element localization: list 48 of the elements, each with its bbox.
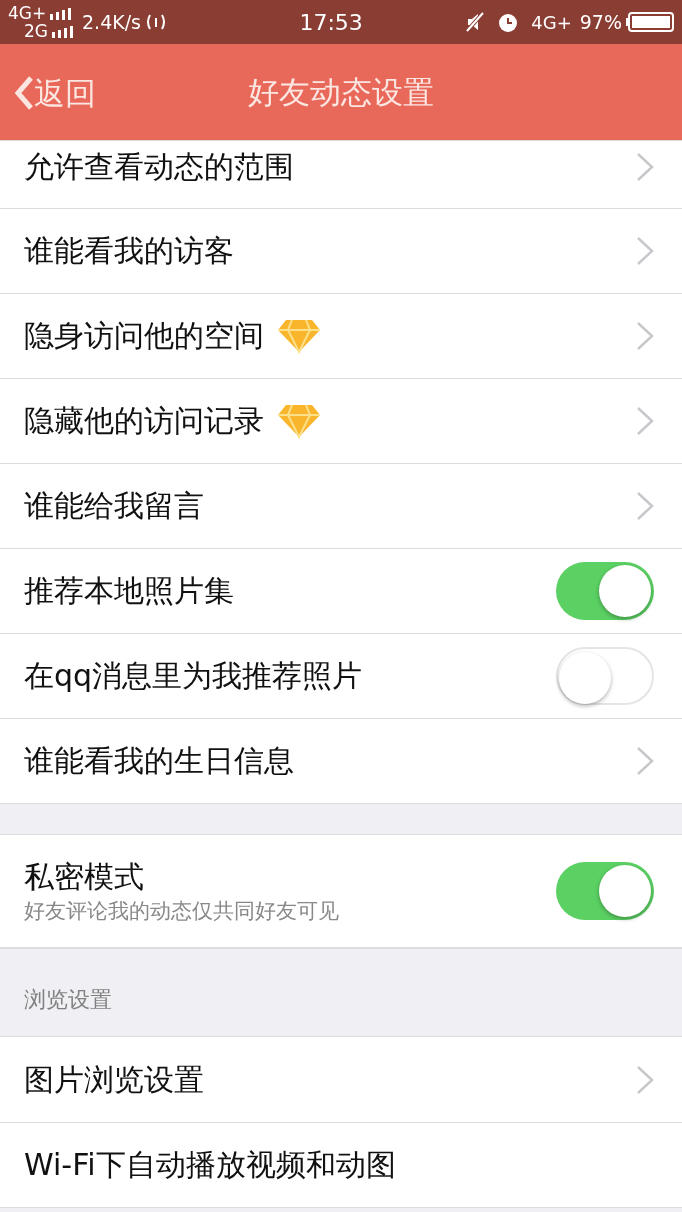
toggle-switch[interactable] [556,562,654,620]
network-label: 4G+ [8,4,47,22]
clock-label: 17:53 [299,8,363,37]
signal-icon [52,24,74,38]
chevron-icon [636,151,654,182]
row-label: 在qq消息里为我推荐照片 [24,657,363,695]
alarm-icon [497,11,520,33]
chevron-icon [636,1064,654,1095]
settings-row[interactable]: Wi-Fi下自动播放视频和动图 [0,1122,682,1207]
speed-label: 2.4K/s [82,9,141,35]
chevron-icon [636,491,654,521]
chevron-icon [636,236,654,266]
settings-row[interactable]: 图片浏览设置 [0,1037,682,1122]
network-label: 2G [24,22,48,40]
page-title: 好友动态设置 [248,72,434,112]
toggle-switch[interactable] [556,647,654,705]
row-label: 谁能看我的访客 [24,232,234,270]
chevron-icon [636,746,654,776]
settings-row[interactable]: 允许查看动态的范围 [0,141,682,208]
settings-row[interactable]: 私密模式 好友评论我的动态仅共同好友可见 [0,835,682,947]
battery-icon [626,12,674,32]
row-label: 隐身访问他的空间 [24,317,264,355]
row-label: 谁能看我的生日信息 [24,742,294,780]
hotspot-icon [145,12,167,32]
mute-icon [465,12,486,32]
settings-row[interactable]: 在qq消息里为我推荐照片 [0,633,682,718]
settings-row[interactable]: 隐藏他的访问记录 [0,378,682,463]
row-label: 私密模式 [24,858,145,896]
row-subtitle: 好友评论我的动态仅共同好友可见 [24,898,339,925]
chevron-icon [636,321,654,351]
section-title: 浏览设置 [24,986,112,1014]
settings-row[interactable]: 推荐本地照片集 [0,548,682,633]
row-label: 谁能给我留言 [24,487,204,525]
row-label: 允许查看动态的范围 [24,147,294,186]
row-label: 图片浏览设置 [24,1060,204,1099]
row-label: Wi-Fi下自动播放视频和动图 [24,1146,396,1184]
signal-icon [50,6,73,20]
row-label: 隐藏他的访问记录 [24,402,264,440]
network-label: 4G+ [531,10,572,35]
back-icon [14,75,34,112]
toggle-switch[interactable] [556,862,654,920]
settings-row[interactable]: 谁能看我的生日信息 [0,718,682,803]
chevron-icon [636,406,654,436]
settings-row[interactable]: 谁能给我留言 [0,463,682,548]
battery-label: 97% [579,9,622,35]
settings-row[interactable]: 谁能看我的访客 [0,208,682,293]
row-label: 推荐本地照片集 [24,572,234,610]
settings-row[interactable]: 隐身访问他的空间 [0,293,682,378]
